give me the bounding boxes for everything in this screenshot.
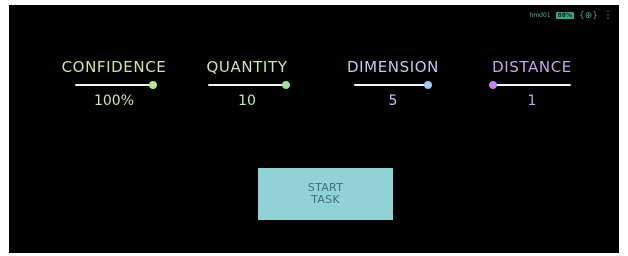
app-screen: hmd01 88% {⊕} ⋮ CONFIDENCE 100% QUANTITY… [9, 5, 619, 253]
status-text: hmd01 [529, 12, 551, 19]
quantity-slider[interactable] [208, 80, 290, 90]
start-task-button[interactable]: START TASK [258, 168, 393, 220]
confidence-label: CONFIDENCE [61, 58, 167, 76]
dimension-label: DIMENSION [347, 58, 439, 76]
confidence-slider-thumb[interactable] [149, 81, 157, 89]
quantity-slider-thumb[interactable] [282, 81, 290, 89]
dimension-slider-thumb[interactable] [424, 81, 433, 89]
confidence-value: 100% [93, 93, 135, 109]
menu-icon[interactable]: ⋮ [603, 10, 613, 21]
param-quantity: QUANTITY 10 [172, 58, 322, 110]
distance-slider-track [493, 84, 571, 86]
param-distance: DISTANCE 1 [457, 58, 607, 110]
quantity-label: QUANTITY [206, 58, 288, 76]
distance-slider[interactable] [489, 80, 571, 90]
distance-label: DISTANCE [492, 58, 572, 76]
vr-headset-icon: {⊕} [579, 10, 598, 21]
dimension-slider[interactable] [354, 80, 433, 90]
dimension-slider-track [354, 84, 432, 86]
dimension-value: 5 [388, 93, 398, 109]
confidence-slider[interactable] [75, 80, 157, 90]
distance-value: 1 [527, 93, 537, 109]
status-bar: hmd01 88% {⊕} ⋮ [530, 10, 613, 21]
distance-slider-thumb[interactable] [489, 81, 497, 89]
battery-badge: 88% [555, 12, 574, 19]
quantity-slider-track [208, 84, 286, 86]
param-dimension: DIMENSION 5 [318, 58, 468, 110]
quantity-value: 10 [238, 93, 256, 109]
confidence-slider-track [75, 84, 153, 86]
param-confidence: CONFIDENCE 100% [39, 58, 189, 110]
start-task-line2: TASK [311, 193, 340, 206]
